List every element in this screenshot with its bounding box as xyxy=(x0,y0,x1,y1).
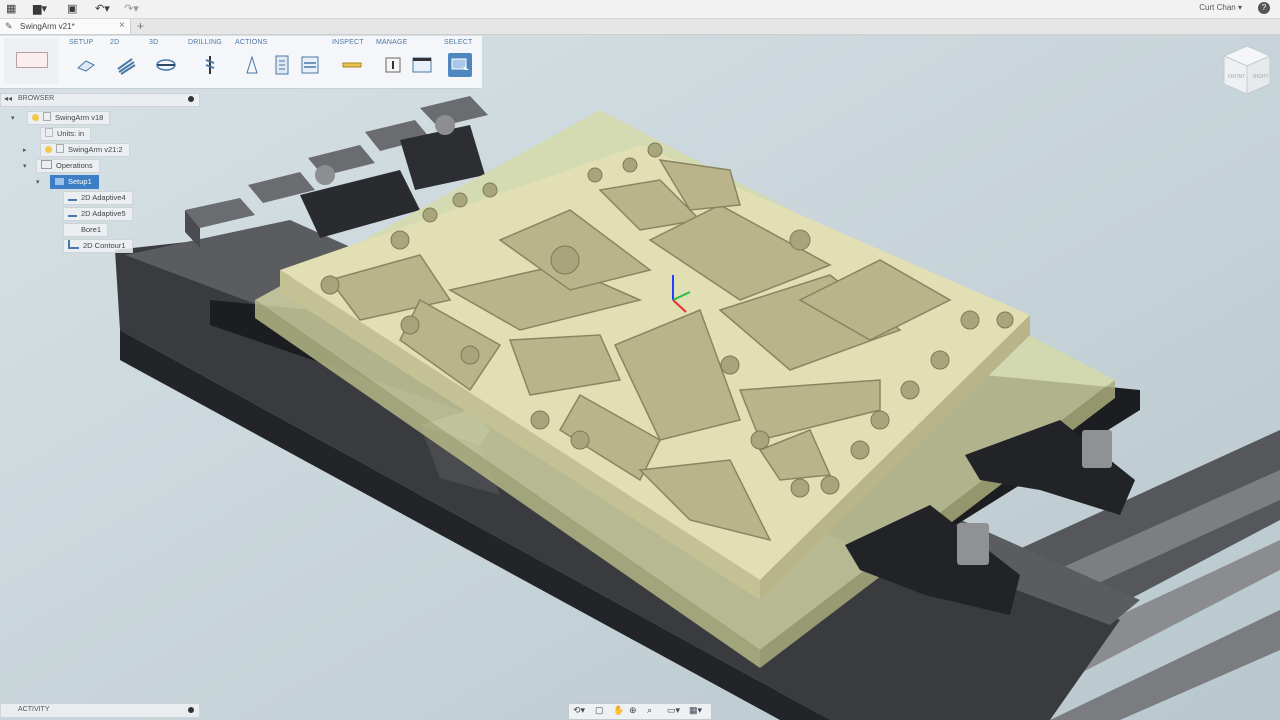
setup-node-icon xyxy=(55,178,64,185)
document-tab-title: SwingArm v21* xyxy=(20,22,75,31)
component-icon xyxy=(56,144,64,153)
user-menu[interactable]: Curt Chan ▾ xyxy=(1199,3,1242,12)
grid-settings-icon[interactable]: ▦▾ xyxy=(689,705,702,716)
pin-icon[interactable] xyxy=(188,96,194,102)
browser-node-setup1[interactable]: Setup1 xyxy=(50,175,99,189)
adaptive-toolpath-icon xyxy=(68,208,77,217)
view-cube-right-label[interactable]: RIGHT xyxy=(1253,74,1269,80)
group-drilling-label[interactable]: DRILLING xyxy=(188,39,222,46)
orbit-icon[interactable]: ⟲▾ xyxy=(573,705,585,716)
template-library-icon[interactable] xyxy=(410,53,434,77)
post-process-icon[interactable] xyxy=(270,53,294,77)
file-icon[interactable]: ▆▾ xyxy=(33,2,47,16)
bore-toolpath-icon xyxy=(68,226,77,233)
zoom-icon[interactable]: ⊕ xyxy=(629,705,637,716)
view-cube-front-label[interactable]: FRONT xyxy=(1228,74,1245,80)
document-icon: ✎ xyxy=(5,21,13,31)
viewport-3d[interactable] xyxy=(0,0,1280,720)
browser-panel-header[interactable]: ◂◂ BROWSER xyxy=(0,93,200,107)
new-tab-button[interactable]: + xyxy=(137,19,144,33)
close-tab-icon[interactable]: × xyxy=(119,20,125,31)
measure-icon[interactable] xyxy=(340,53,364,77)
simulate-icon[interactable] xyxy=(240,53,264,77)
user-name: Curt Chan xyxy=(1199,3,1236,12)
browser-node-component[interactable]: SwingArm v21:2 xyxy=(40,143,130,157)
browser-node-operation[interactable]: 2D Adaptive5 xyxy=(63,207,133,221)
browser-node-label: Bore1 xyxy=(81,225,102,234)
expand-arrow-icon[interactable]: ▾ xyxy=(23,162,27,170)
browser-node-root[interactable]: SwingArm v18 xyxy=(27,111,111,125)
browser-title: BROWSER xyxy=(18,95,55,102)
browser-node-label: Setup1 xyxy=(68,177,92,186)
browser-node-label: 2D Contour1 xyxy=(83,241,126,250)
view-cube[interactable]: FRONT RIGHT xyxy=(1222,44,1272,98)
navigation-bar: ⟲▾ ▢ ✋ ⊕ ⌕ ▭▾ ▦▾ xyxy=(568,703,712,720)
3d-toolpath-icon[interactable] xyxy=(154,53,178,77)
folder-icon xyxy=(45,128,53,137)
look-at-icon[interactable]: ▢ xyxy=(595,705,604,716)
browser-node-label: 2D Adaptive4 xyxy=(81,193,126,202)
browser-node-operation[interactable]: Bore1 xyxy=(63,223,109,237)
redo-icon[interactable]: ↷▾ xyxy=(124,2,139,16)
setup-sheet-icon[interactable] xyxy=(298,53,322,77)
contour-toolpath-icon xyxy=(68,240,79,249)
group-actions-label[interactable]: ACTIONS xyxy=(235,39,268,46)
adaptive-toolpath-icon xyxy=(68,192,77,201)
app-bar: ▦ ▆▾ ▣ ↶▾ ↷▾ Curt Chan ▾ ? xyxy=(0,0,1280,19)
browser-node-label: 2D Adaptive5 xyxy=(81,209,126,218)
zoom-window-icon[interactable]: ⌕ xyxy=(647,705,652,716)
browser-node-operation[interactable]: 2D Contour1 xyxy=(63,239,133,253)
expand-arrow-icon[interactable]: ▸ xyxy=(23,146,27,154)
group-2d-label[interactable]: 2D xyxy=(110,39,119,46)
select-icon[interactable] xyxy=(448,53,472,77)
collapse-panel-icon[interactable]: ◂◂ xyxy=(4,94,12,103)
browser-node-operation[interactable]: 2D Adaptive4 xyxy=(63,191,133,205)
browser-node-label: SwingArm v21:2 xyxy=(68,145,123,154)
group-setup-label[interactable]: SETUP xyxy=(69,39,93,46)
document-tab[interactable]: ✎ SwingArm v21* × xyxy=(0,19,131,34)
lightbulb-icon[interactable] xyxy=(32,114,39,121)
undo-icon[interactable]: ↶▾ xyxy=(95,2,110,16)
workspace-switcher[interactable] xyxy=(4,38,59,84)
expand-arrow-icon[interactable]: ▾ xyxy=(11,114,15,122)
browser-node-operations[interactable]: Operations xyxy=(36,159,100,173)
tool-library-icon[interactable] xyxy=(381,53,405,77)
pin-icon[interactable] xyxy=(188,707,194,713)
lightbulb-icon[interactable] xyxy=(45,146,52,153)
group-manage-label[interactable]: MANAGE xyxy=(376,39,408,46)
expand-arrow-icon[interactable]: ▾ xyxy=(36,178,40,186)
pan-icon[interactable]: ✋ xyxy=(613,705,624,716)
drill-icon[interactable] xyxy=(198,53,222,77)
operations-icon xyxy=(41,160,52,169)
browser-node-label: Operations xyxy=(56,161,93,170)
activity-panel-header[interactable]: ACTIVITY xyxy=(0,703,200,718)
activity-title: ACTIVITY xyxy=(18,706,50,713)
setup-icon[interactable] xyxy=(74,53,98,77)
display-settings-icon[interactable]: ▭▾ xyxy=(667,705,680,716)
browser-node-label: Units: in xyxy=(57,129,85,138)
document-icon xyxy=(43,112,51,121)
group-inspect-label[interactable]: INSPECT xyxy=(332,39,364,46)
document-tab-bar: ✎ SwingArm v21* × + xyxy=(0,19,1280,35)
group-3d-label[interactable]: 3D xyxy=(149,39,158,46)
cam-toolbar: SETUP 2D 3D DRILLING ACTIONS INSPECT MAN… xyxy=(0,36,482,89)
browser-node-label: SwingArm v18 xyxy=(55,113,104,122)
help-icon[interactable]: ? xyxy=(1258,2,1270,14)
cam-workspace-icon xyxy=(16,52,48,68)
grid-menu-icon[interactable]: ▦ xyxy=(6,2,16,16)
save-icon[interactable]: ▣ xyxy=(67,2,77,16)
2d-toolpath-icon[interactable] xyxy=(114,53,138,77)
browser-node-units[interactable]: Units: in xyxy=(40,127,92,141)
group-select-label[interactable]: SELECT xyxy=(444,39,472,46)
